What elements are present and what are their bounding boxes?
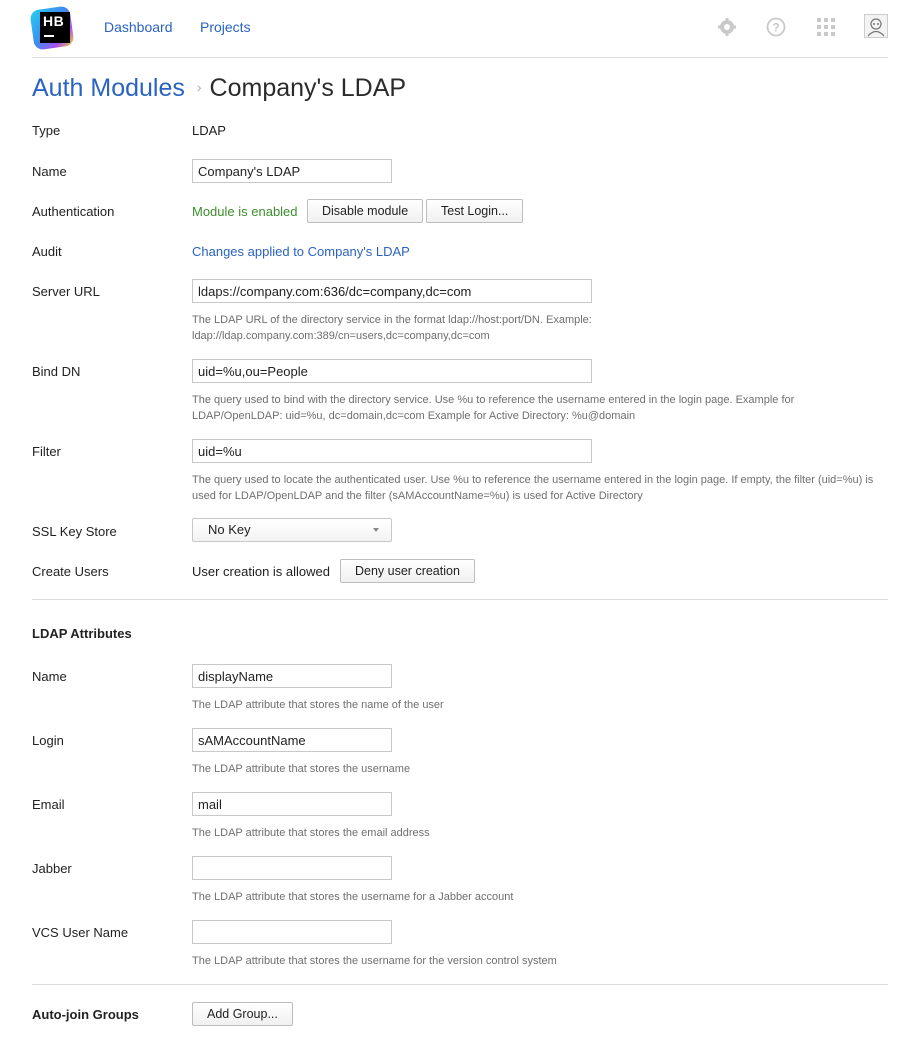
bind-dn-hint-line2: LDAP/OpenLDAP: uid=%u, dc=domain,dc=com … — [192, 410, 636, 422]
section-divider — [32, 599, 888, 600]
attr-name-label: Name — [32, 669, 67, 684]
test-login-button[interactable]: Test Login... — [426, 199, 524, 223]
settings-icon[interactable] — [716, 16, 738, 38]
attr-login-hint: The LDAP attribute that stores the usern… — [192, 763, 411, 775]
attr-email-input[interactable] — [192, 792, 392, 816]
type-value: LDAP — [192, 123, 226, 138]
svg-text:?: ? — [772, 21, 779, 35]
hub-logo[interactable]: HB — [29, 5, 75, 51]
attr-jabber-hint: The LDAP attribute that stores the usern… — [192, 891, 514, 903]
disable-module-button[interactable]: Disable module — [307, 199, 424, 223]
server-url-input[interactable] — [192, 279, 592, 303]
bind-dn-label: Bind DN — [32, 364, 81, 379]
filter-input[interactable] — [192, 439, 592, 463]
audit-link[interactable]: Changes applied to Company's LDAP — [192, 244, 410, 259]
breadcrumb-auth-modules[interactable]: Auth Modules — [32, 74, 185, 102]
bind-dn-input[interactable] — [192, 359, 592, 383]
ssl-key-store-select[interactable]: No Key — [192, 518, 392, 542]
logo-text: HB — [43, 13, 65, 29]
bind-dn-hint-line1: The query used to bind with the director… — [192, 394, 795, 406]
user-avatar[interactable] — [864, 14, 888, 38]
nav-projects[interactable]: Projects — [200, 19, 251, 35]
audit-label: Audit — [32, 244, 62, 259]
attr-login-input[interactable] — [192, 728, 392, 752]
attr-vcs-input[interactable] — [192, 920, 392, 944]
auto-join-label: Auto-join Groups — [32, 1007, 139, 1022]
name-label: Name — [32, 164, 67, 179]
page-title: Company's LDAP — [209, 74, 407, 102]
attr-vcs-hint: The LDAP attribute that stores the usern… — [192, 955, 557, 967]
attr-jabber-input[interactable] — [192, 856, 392, 880]
help-icon[interactable]: ? — [765, 16, 787, 38]
server-url-hint-line1: The LDAP URL of the directory service in… — [192, 314, 592, 326]
name-input[interactable] — [192, 159, 392, 183]
nav-dashboard[interactable]: Dashboard — [104, 19, 173, 35]
section-divider-2 — [32, 984, 888, 985]
server-url-hint-line2: ldap://ldap.company.com:389/cn=users,dc=… — [192, 330, 490, 342]
attr-vcs-label: VCS User Name — [32, 925, 129, 940]
attr-email-label: Email — [32, 797, 65, 812]
breadcrumb: Auth Modules › Company's LDAP — [32, 74, 406, 103]
create-users-status: User creation is allowed — [192, 564, 331, 579]
top-header: HB Dashboard Projects ? — [29, 0, 888, 58]
type-label: Type — [32, 123, 61, 138]
add-group-button[interactable]: Add Group... — [192, 1002, 293, 1026]
ssl-key-store-value: No Key — [208, 522, 251, 537]
module-status: Module is enabled — [192, 204, 298, 219]
filter-label: Filter — [32, 444, 61, 459]
server-url-label: Server URL — [32, 284, 100, 299]
attr-login-label: Login — [32, 733, 64, 748]
bind-dn-hint: The query used to bind with the director… — [192, 392, 892, 424]
filter-hint-line1: The query used to locate the authenticat… — [192, 474, 874, 486]
apps-grid-icon[interactable] — [815, 16, 837, 38]
breadcrumb-separator: › — [196, 79, 202, 95]
create-users-label: Create Users — [32, 564, 109, 579]
chevron-down-icon — [373, 528, 379, 532]
attr-jabber-label: Jabber — [32, 861, 72, 876]
attr-email-hint: The LDAP attribute that stores the email… — [192, 827, 430, 839]
server-url-hint: The LDAP URL of the directory service in… — [192, 312, 892, 344]
ldap-attributes-heading: LDAP Attributes — [32, 626, 132, 641]
filter-hint-line2: used for LDAP/OpenLDAP and the filter (s… — [192, 490, 643, 502]
deny-user-creation-button[interactable]: Deny user creation — [340, 559, 475, 583]
attr-name-input[interactable] — [192, 664, 392, 688]
ssl-key-store-label: SSL Key Store — [32, 524, 117, 539]
filter-hint: The query used to locate the authenticat… — [192, 472, 892, 504]
attr-name-hint: The LDAP attribute that stores the name … — [192, 699, 444, 711]
authentication-label: Authentication — [32, 204, 115, 219]
logo-underscore — [44, 35, 54, 37]
